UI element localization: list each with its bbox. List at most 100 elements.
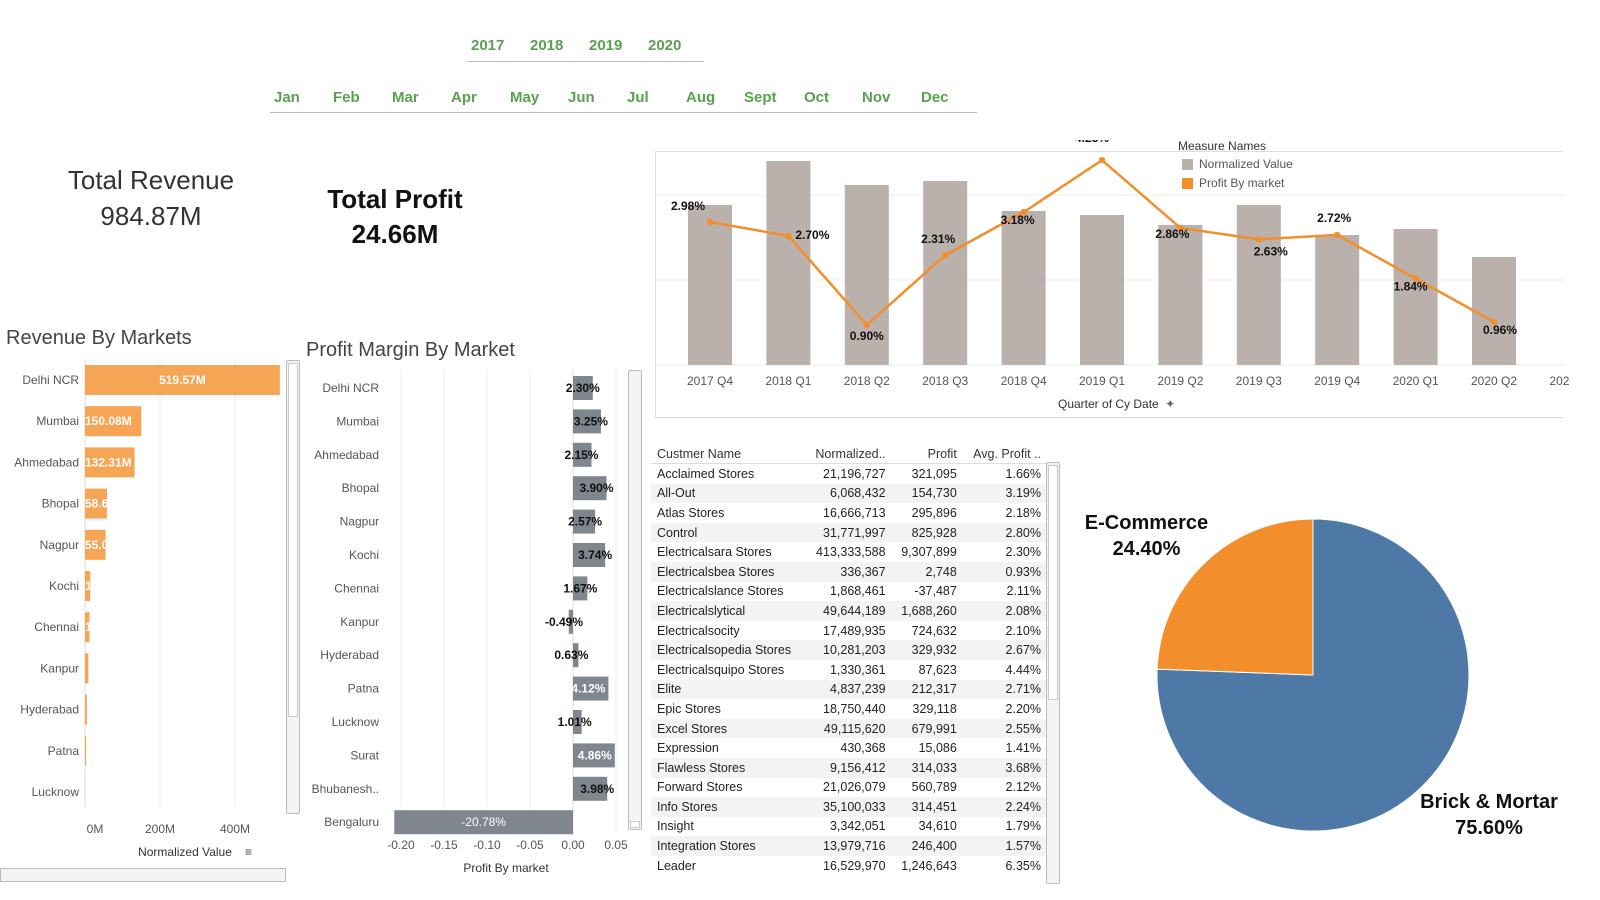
profit-data-label: 2.63% [1254, 244, 1288, 258]
profit-data-label: 2.86% [1155, 227, 1189, 241]
table-row[interactable]: Integration Stores 13,979,716 246,400 1.57% [651, 836, 1047, 856]
margin-category-label: Chennai [334, 581, 379, 595]
margin-data-label: -0.49% [545, 615, 583, 629]
table-row[interactable]: Insight 3,342,051 34,610 1.79% [651, 817, 1047, 837]
margin-data-label: 1.67% [563, 581, 597, 595]
table-row[interactable]: Leader 16,529,970 1,246,643 6.35% [651, 856, 1047, 876]
table-cell: Electricalsbea Stores [651, 561, 805, 582]
revenue-scrollbar-thumb[interactable] [288, 363, 298, 717]
table-cell: 3.68% [962, 757, 1047, 778]
margin-x-tick: -0.05 [516, 838, 544, 852]
profit-point [1334, 231, 1341, 239]
profit-margin-chart: Delhi NCR 2.30% Mumbai 3.25% Ahmedabad 2.15% B… [312, 370, 628, 875]
table-cell: 1,868,461 [829, 584, 886, 599]
month-filter-apr[interactable]: Apr [451, 89, 477, 106]
month-filter-sept[interactable]: Sept [744, 89, 777, 106]
table-cell: 2.10% [1005, 623, 1041, 638]
table-row[interactable]: Control 31,771,997 825,928 2.80% [651, 522, 1047, 543]
quarter-x-tick: 2018 Q4 [1001, 374, 1047, 388]
table-cell: 2.11% [1006, 584, 1041, 599]
month-filter-mar[interactable]: Mar [392, 89, 419, 106]
table-row[interactable]: Info Stores 35,100,033 314,451 2.24% [651, 797, 1047, 817]
pin-icon[interactable]: ✦ [1165, 397, 1175, 411]
revenue-x-tick: 400M [220, 822, 250, 836]
table-row[interactable]: Acclaimed Stores 21,196,727 321,095 1.66% [651, 464, 1047, 484]
table-cell: 329,118 [912, 701, 957, 716]
month-filter-jan[interactable]: Jan [274, 89, 300, 106]
year-filter-2018[interactable]: 2018 [530, 37, 563, 54]
revenue-data-label: 55.0 [85, 538, 109, 552]
revenue-data-label: 1 [85, 620, 92, 634]
table-header-cell[interactable]: Avg. Profit .. [962, 444, 1047, 464]
margin-scrollbar-thumb[interactable] [630, 821, 640, 828]
revenue-category-label: Lucknow [32, 785, 80, 799]
year-filter-2019[interactable]: 2019 [589, 37, 622, 54]
table-header-cell[interactable]: Custmer Name [651, 444, 805, 464]
table-row[interactable]: Excel Stores 49,115,620 679,991 2.55% [651, 718, 1047, 739]
quarter-x-tick: 2020 Q1 [1393, 374, 1439, 388]
table-cell: Electricalslance Stores [657, 584, 784, 599]
profit-data-label: 2.31% [921, 232, 955, 246]
revenue-hscrollbar[interactable] [0, 868, 286, 882]
table-row[interactable]: Electricalsopedia Stores 10,281,203 329,93… [651, 640, 1047, 660]
year-filter-2017[interactable]: 2017 [471, 37, 504, 54]
table-cell: 2,748 [891, 561, 963, 582]
month-filter-jun[interactable]: Jun [568, 89, 595, 106]
table-header-cell[interactable]: Normalized.. [804, 444, 892, 464]
table-cell: 6,068,432 [804, 483, 892, 504]
profit-data-label: 1.84% [1394, 279, 1428, 293]
quarter-x-tick: 2020 Q2 [1471, 374, 1517, 388]
profit-data-label: 0.90% [850, 329, 884, 343]
table-row[interactable]: Electricalsbea Stores 336,367 2,748 0.93% [651, 561, 1047, 582]
table-header-cell[interactable]: Profit [891, 444, 963, 464]
legend-item-profit[interactable]: Profit By market [1182, 176, 1293, 190]
table-row[interactable]: Electricalslytical 49,644,189 1,688,260 2.0… [651, 601, 1047, 621]
legend-swatch-profit [1182, 177, 1193, 189]
table-row[interactable]: Electricalsquipo Stores 1,330,361 87,623 4.… [651, 660, 1047, 680]
margin-category-label: Bhubanesh.. [312, 782, 379, 796]
table-scrollbar-thumb[interactable] [1048, 465, 1058, 700]
table-cell: 31,771,997 [804, 522, 892, 543]
table-scrollbar[interactable] [1046, 462, 1060, 884]
revenue-x-axis-title: Normalized Value [138, 845, 232, 859]
month-filter-nov[interactable]: Nov [862, 89, 890, 106]
year-filter-2020[interactable]: 2020 [648, 37, 681, 54]
table-cell: Elite [651, 679, 805, 700]
quarter-x-tick: 2019 Q3 [1236, 374, 1282, 388]
quarter-axis-title: Quarter of Cy Date ✦ [1058, 397, 1175, 411]
month-filter-aug[interactable]: Aug [686, 89, 715, 106]
month-filter-oct[interactable]: Oct [804, 89, 829, 106]
table-row[interactable]: Electricalsara Stores 413,333,588 9,307,89… [651, 542, 1047, 562]
table-row[interactable]: Electricalslance Stores 1,868,461 -37,487 2… [651, 582, 1047, 602]
table-row[interactable]: Elite 4,837,239 212,317 2.71% [651, 679, 1047, 700]
revenue-scrollbar[interactable] [286, 360, 300, 814]
legend-item-normalized[interactable]: Normalized Value [1182, 157, 1293, 171]
month-filter-feb[interactable]: Feb [333, 89, 360, 106]
table-row[interactable]: Electricalsocity 17,489,935 724,632 2.10% [651, 621, 1047, 641]
profit-data-label: 3.18% [1001, 213, 1035, 227]
table-cell: Electricalslytical [651, 601, 805, 621]
margin-category-label: Bengaluru [324, 815, 379, 829]
table-row[interactable]: All-Out 6,068,432 154,730 3.19% [651, 483, 1047, 504]
revenue-category-label: Kanpur [40, 661, 79, 675]
table-row[interactable]: Flawless Stores 9,156,412 314,033 3.68% [651, 757, 1047, 778]
quarter-bar [1158, 225, 1203, 365]
revenue-x-tick: 200M [145, 822, 175, 836]
table-row[interactable]: Expression 430,368 15,086 1.41% [651, 738, 1047, 758]
table-row[interactable]: Forward Stores 21,026,079 560,789 2.12% [651, 778, 1047, 798]
profit-point [706, 218, 714, 226]
revenue-category-label: Hyderabad [20, 703, 79, 717]
table-cell: -37,487 [914, 584, 957, 599]
month-filter-may[interactable]: May [510, 89, 539, 106]
pie-label-ecommerce-name: E-Commerce [1084, 512, 1209, 534]
profit-point [863, 321, 870, 329]
margin-scrollbar[interactable] [628, 370, 642, 830]
table-cell: 314,033 [891, 757, 963, 778]
table-row[interactable]: Atlas Stores 16,666,713 295,896 2.18% [651, 503, 1047, 523]
table-cell: 1.79% [1005, 819, 1041, 834]
quarter-bar [1001, 211, 1046, 365]
table-cell: 49,644,189 [804, 601, 892, 621]
month-filter-jul[interactable]: Jul [627, 89, 649, 106]
month-filter-dec[interactable]: Dec [921, 89, 949, 106]
table-row[interactable]: Epic Stores 18,750,440 329,118 2.20% [651, 699, 1047, 719]
